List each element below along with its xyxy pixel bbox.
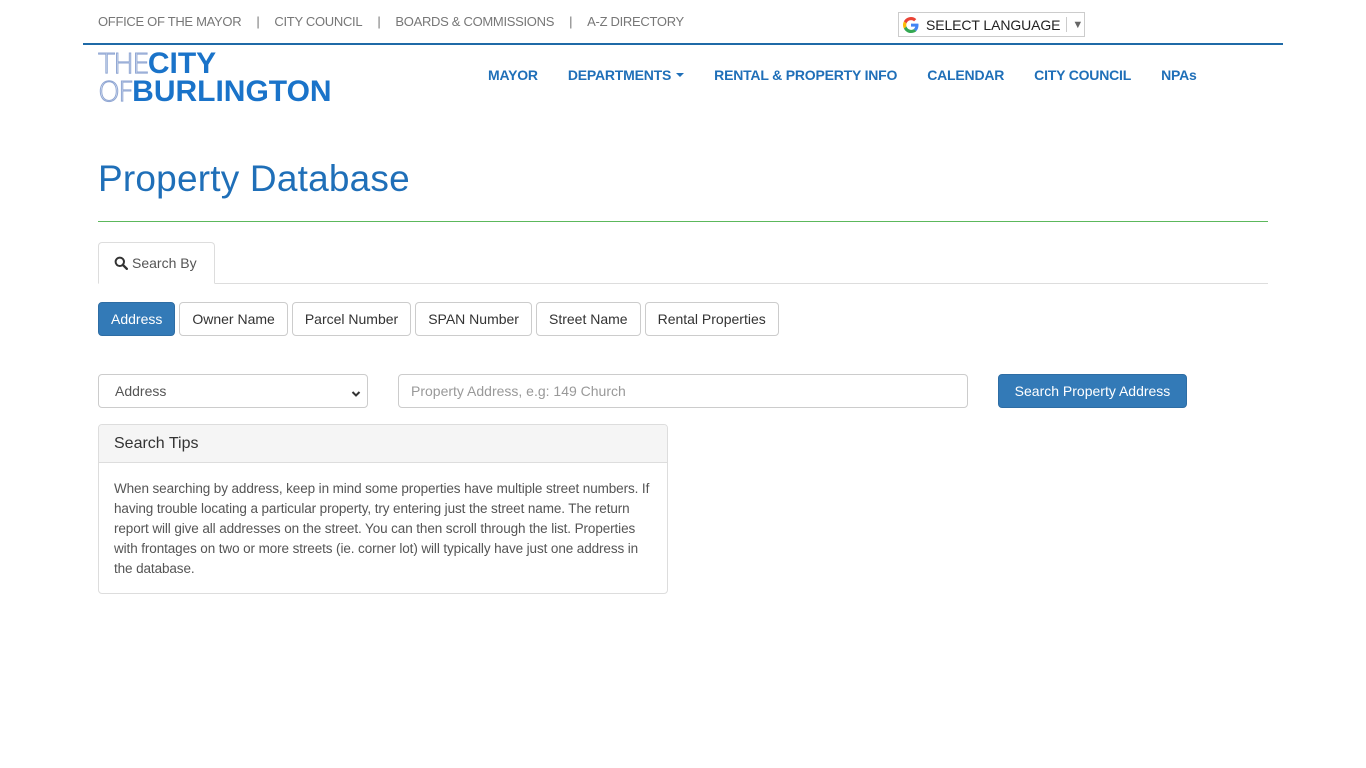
utility-link-boards-commissions[interactable]: BOARDS & COMMISSIONS [395, 14, 554, 29]
nav-city-council[interactable]: CITY COUNCIL [1034, 67, 1131, 83]
utility-link-city-council[interactable]: CITY COUNCIL [274, 14, 362, 29]
search-type-rental-properties-button[interactable]: Rental Properties [644, 302, 779, 336]
dropdown-arrow-icon: ▼ [1072, 18, 1084, 31]
title-divider [98, 221, 1268, 222]
utility-nav: OFFICE OF THE MAYOR | CITY COUNCIL | BOA… [98, 13, 684, 29]
search-tips-heading: Search Tips [99, 425, 667, 463]
tab-search-by-label: Search By [132, 255, 197, 271]
logo-of: OF [97, 75, 134, 108]
nav-mayor[interactable]: MAYOR [488, 67, 538, 83]
main-nav: MAYOR DEPARTMENTS RENTAL & PROPERTY INFO… [488, 67, 1227, 83]
nav-departments-label: DEPARTMENTS [567, 67, 672, 83]
search-type-parcel-number-button[interactable]: Parcel Number [291, 302, 412, 336]
caret-down-icon [676, 73, 685, 77]
search-type-owner-name-button[interactable]: Owner Name [179, 302, 288, 336]
search-type-span-number-button[interactable]: SPAN Number [415, 302, 532, 336]
utility-separator: | [256, 13, 260, 29]
logo-burlington: BURLINGTON [132, 75, 332, 108]
search-type-street-name-button[interactable]: Street Name [535, 302, 641, 336]
tab-search-by[interactable]: Search By [98, 242, 215, 284]
search-tabs: Search By [98, 242, 1268, 284]
logo-line-2: OFBURLINGTON [97, 75, 358, 108]
select-language-dropdown[interactable]: SELECT LANGUAGE ▼ [898, 12, 1085, 37]
search-field-select[interactable]: Address [98, 374, 368, 408]
search-tips-body: When searching by address, keep in mind … [114, 481, 650, 576]
search-type-address-button[interactable]: Address [98, 302, 176, 336]
nav-npas[interactable]: NPAs [1161, 67, 1197, 83]
page-title: Property Database [98, 158, 410, 199]
search-property-address-button[interactable]: Search Property Address [998, 374, 1187, 408]
chevron-down-icon [351, 386, 361, 397]
header-top-rule [83, 43, 1283, 45]
utility-link-office-of-the-mayor[interactable]: OFFICE OF THE MAYOR [98, 14, 242, 29]
property-address-input[interactable] [398, 374, 968, 408]
logo-line-1: THECITY [98, 49, 358, 79]
utility-separator: | [377, 13, 381, 29]
utility-link-a-z-directory[interactable]: A-Z DIRECTORY [587, 14, 684, 29]
search-type-group: Address Owner Name Parcel Number SPAN Nu… [98, 302, 783, 336]
nav-rental-property-info[interactable]: RENTAL & PROPERTY INFO [714, 67, 897, 83]
search-field-select-value: Address [115, 383, 167, 399]
utility-separator: | [569, 13, 573, 29]
language-divider [1066, 17, 1068, 32]
nav-calendar[interactable]: CALENDAR [927, 67, 1004, 83]
nav-departments[interactable]: DEPARTMENTS [567, 67, 685, 83]
search-tips-panel: Search Tips When searching by address, k… [98, 424, 668, 594]
select-language-label: SELECT LANGUAGE [926, 16, 1061, 33]
google-g-icon [903, 16, 919, 33]
city-of-burlington-logo[interactable]: THECITY OFBURLINGTON [97, 49, 358, 108]
nav-npas-label: NPAs [1161, 67, 1197, 83]
nav-mayor-label: MAYOR [488, 67, 538, 83]
search-icon [114, 256, 129, 271]
nav-rental-label: RENTAL & PROPERTY INFO [714, 67, 898, 83]
nav-city-council-label: CITY COUNCIL [1034, 67, 1132, 83]
nav-calendar-label: CALENDAR [927, 67, 1005, 83]
